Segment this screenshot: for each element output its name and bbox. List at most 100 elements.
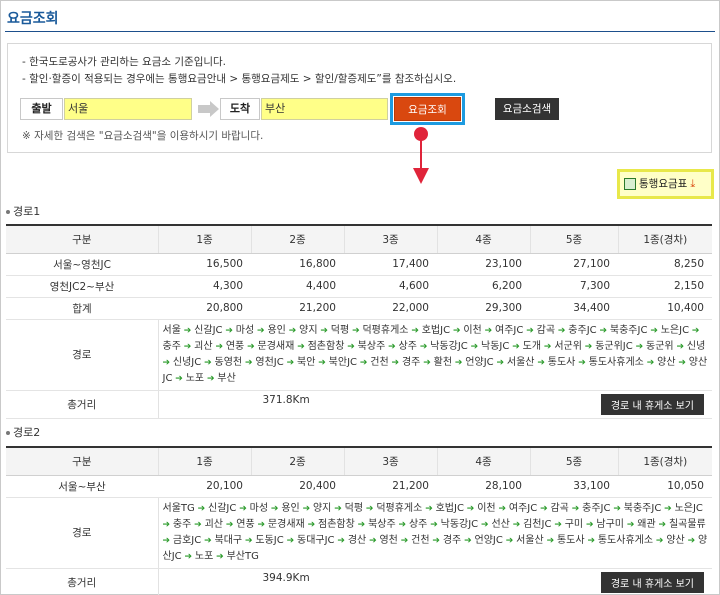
fee-cell: 22,000 [344,297,437,320]
route-stop: 통도사 [556,534,585,546]
arrow-right-icon: ➔ [467,341,482,352]
route-stop: 상주 [408,518,428,530]
route-stop: 서울산 [506,356,535,368]
arrow-right-icon: ➔ [254,519,268,530]
arrow-right-icon: ➔ [655,519,669,530]
arrow-right-icon: ➔ [162,535,173,546]
row-label: 총거리 [6,568,158,595]
arrow-right-icon: ➔ [222,519,237,530]
table-row: 합계 20,800 21,200 22,000 29,300 34,400 10… [6,297,712,320]
route-stop: 도개 [522,340,542,352]
fee-cell: 10,050 [618,475,712,498]
route-stop: 신녕JC [172,356,202,368]
fee-cell: 28,100 [437,475,530,498]
table-row: 영천JC2~부산 4,300 4,400 4,600 6,200 7,300 2… [6,275,712,298]
arrow-right-icon: ➔ [222,325,236,336]
fee-cell: 33,100 [530,475,618,498]
fee-search-button[interactable]: 요금조회 [394,97,461,121]
col-header: 4종 [436,447,530,476]
route-stop: 점촌함창 [318,518,355,530]
route-stop: 북충주JC [623,502,662,514]
rest-area-button[interactable]: 경로 내 휴게소 보기 [600,571,704,593]
arrow-right-icon: ➔ [610,503,624,514]
route-stop: 충주 [172,518,192,530]
table-header: 구분 1종 2종 3종 4종 5종 1종(경차) [6,447,712,476]
row-label: 서울~영천JC [6,253,158,276]
arrow-right-icon: ➔ [543,535,557,546]
fee-cell: 4,400 [251,275,344,298]
fee-cell: 4,300 [158,275,251,298]
col-header: 구분 [6,225,158,254]
row-label: 총거리 [6,390,158,419]
route-stop: 용인 [267,324,286,336]
fee-cell: 21,200 [251,297,344,320]
route-path: 서울 ➔ 신갈JC ➔ 마성 ➔ 용인 ➔ 양지 ➔ 덕평 ➔ 덕평휴게소 ➔ … [157,319,712,391]
route-stop: 통도사휴게소 [588,356,644,368]
route-stop: 부산 [217,372,236,384]
route-stop: 동영천 [214,356,243,368]
search-note: ※ 자세한 검색은 "요금소검색"을 이용하시기 바랍니다. [22,130,264,142]
arrow-right-icon: ➔ [385,341,399,352]
route-stop: 덕평휴게소 [376,502,423,514]
route-stop: 왜관 [637,518,656,530]
arrow-right-icon: ➔ [268,503,282,514]
arrow-right-icon: ➔ [349,325,363,336]
route-stop: 호법JC [421,324,451,336]
route-stop: 덕평 [330,324,350,336]
arrow-right-icon: ➔ [429,535,443,546]
search-notes: - 한국도로공사가 관리하는 요금소 기준입니다. - 할인·할증이 적용되는 … [22,54,456,88]
arrow-right-icon: ➔ [581,341,596,352]
arrow-right-icon: ➔ [509,519,524,530]
origin-input[interactable]: 서울 [64,98,192,120]
route-stop: 건천 [370,356,389,368]
fee-cell: 20,100 [158,475,251,498]
dest-input[interactable]: 부산 [261,98,388,120]
rest-area-button[interactable]: 경로 내 휴게소 보기 [600,393,704,415]
route-stop: 활천 [433,356,453,368]
route-stop: 양산 [666,534,685,546]
col-header: 1종(경차) [617,447,712,476]
route-stop: 연풍 [236,518,255,530]
route-stop: 이천 [463,324,482,336]
fee-table-download[interactable]: 통행요금표 ⤓ [617,169,714,199]
route-path: 서울TG ➔ 신갈JC ➔ 마성 ➔ 용인 ➔ 양지 ➔ 덕평 ➔ 덕평휴게소 … [157,497,712,569]
route-stop: 노은JC [660,324,690,336]
fee-cell: 23,100 [437,253,530,276]
route-stop: 상주 [398,340,417,352]
arrow-right-icon: ➔ [357,357,371,368]
tollgate-search-button[interactable]: 요금소검색 [495,98,559,120]
fee-cell: 2,150 [618,275,712,298]
arrow-right-icon: ➔ [463,503,478,514]
route-stop: 통도사 [547,356,576,368]
arrow-right-icon: ➔ [180,325,195,336]
route-stop: 덕평휴게소 [362,324,409,336]
route-stop: 연풍 [225,340,245,352]
route-stop: 신녕 [686,340,706,352]
col-header: 5종 [529,225,618,254]
table-row: 서울~영천JC 16,500 16,800 17,400 23,100 27,1… [6,253,712,276]
arrow-right-icon: ➔ [354,519,369,530]
distance-value: 394.9Km [262,571,310,584]
arrow-right-icon: ➔ [583,519,597,530]
route-stop: 충주JC [582,502,611,514]
col-header: 구분 [6,447,158,476]
route-stop: 북대구 [214,534,243,546]
arrow-right-icon: ➔ [555,325,569,336]
fee-cell: 6,200 [437,275,530,298]
route-stop: 마성 [235,324,255,336]
arrow-right-icon: ➔ [481,325,496,336]
arrow-right-icon: ➔ [242,357,256,368]
route-stop: 문경새재 [267,518,305,530]
table-row: 경로 서울TG ➔ 신갈JC ➔ 마성 ➔ 용인 ➔ 양지 ➔ 덕평 ➔ 덕평휴… [6,497,712,569]
route-title-text: 경로1 [13,205,41,218]
route-stop: 남구미 [596,518,624,530]
route-stop: 낙동JC [481,340,510,352]
table-row: 서울~부산 20,100 20,400 21,200 28,100 33,100… [6,475,712,498]
table-header: 구분 1종 2종 3종 4종 5종 1종(경차) [6,225,712,254]
arrow-right-icon: ➔ [493,357,507,368]
col-header: 1종 [157,447,251,476]
download-label: 통행요금표 [639,178,688,190]
route-stop: 동군위 [646,340,674,352]
arrow-right-icon: ➔ [162,519,173,530]
route-stop: 충주 [162,340,181,352]
